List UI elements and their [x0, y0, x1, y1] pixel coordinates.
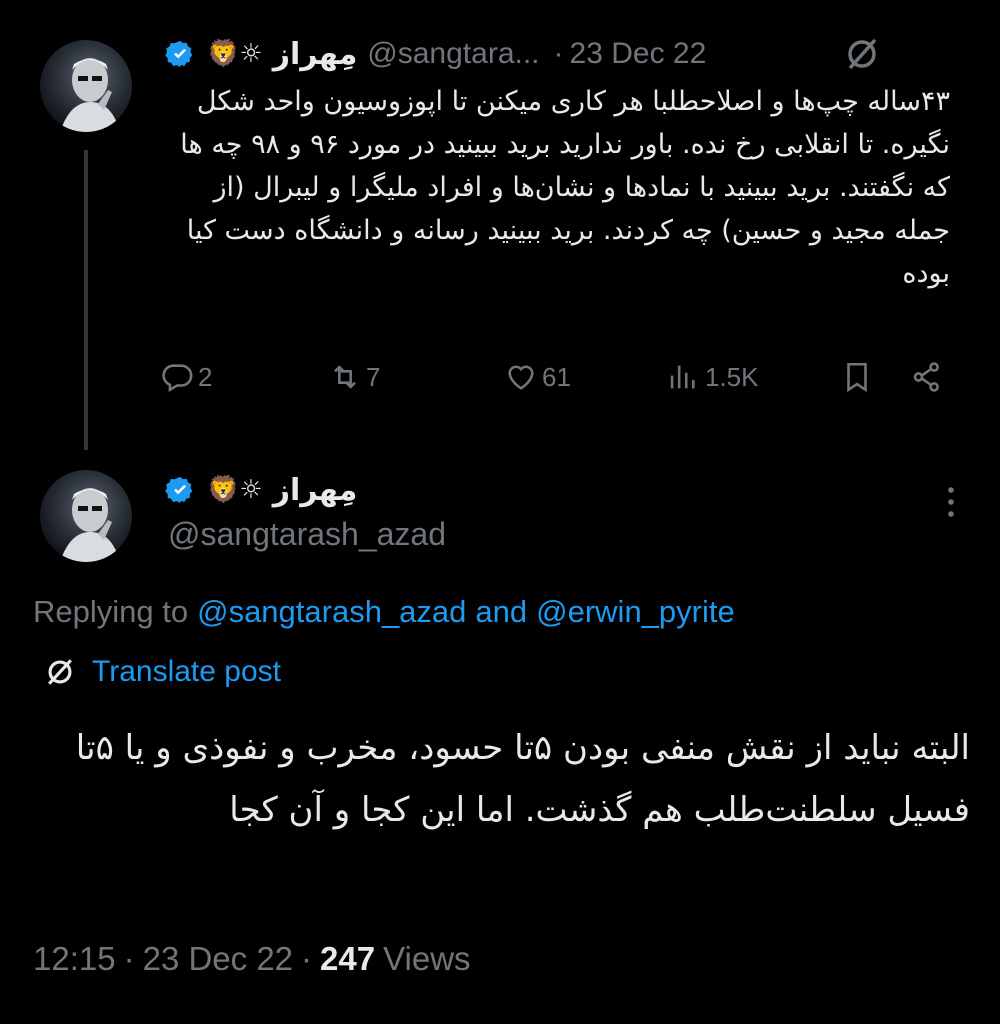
- share-button[interactable]: [910, 360, 944, 394]
- name-emoji-badges: 🦁☼: [207, 475, 263, 505]
- bookmark-icon: [847, 362, 867, 393]
- views-button[interactable]: 1.5K: [665, 360, 759, 394]
- heart-icon: [508, 365, 534, 390]
- reply-button[interactable]: 2: [160, 360, 212, 394]
- mention-link[interactable]: @erwin_pyrite: [536, 594, 735, 630]
- timestamp[interactable]: 23 Dec 22: [570, 37, 707, 71]
- translate-post-label: Translate post: [92, 655, 281, 688]
- translate-post-button[interactable]: Translate post: [42, 654, 281, 690]
- repost-count: 7: [366, 361, 381, 392]
- handle[interactable]: @sangtara...: [367, 37, 539, 71]
- replying-and[interactable]: and: [475, 594, 527, 630]
- separator-dot: ·: [301, 940, 313, 977]
- like-count: 61: [542, 361, 571, 392]
- bookmark-button[interactable]: [840, 360, 874, 394]
- share-icon: [913, 362, 939, 392]
- like-button[interactable]: 61: [504, 360, 571, 394]
- grok-icon[interactable]: [842, 34, 882, 74]
- reply-icon: [162, 364, 193, 393]
- post-date[interactable]: 23 Dec 22: [143, 940, 293, 978]
- repost-icon: [334, 365, 356, 389]
- separator-dot: ·: [553, 37, 564, 70]
- replying-to-line: Replying to @sangtarash_azad and @erwin_…: [33, 594, 735, 630]
- tweet2-body-text: البته نباید از نقش منفی بودن ۵تا حسود، م…: [75, 728, 970, 830]
- views-label[interactable]: Views: [383, 940, 470, 978]
- handle[interactable]: @sangtarash_azad: [168, 516, 446, 553]
- translate-icon: [42, 654, 78, 690]
- replying-to-prefix: Replying to: [33, 594, 189, 629]
- view-count: 1.5K: [705, 361, 759, 392]
- more-options-icon[interactable]: [936, 482, 966, 522]
- tweet1-action-bar: 2 7 61 1.5K: [160, 360, 960, 408]
- tweet2-meta-line: 12:15 · 23 Dec 22 · 247 Views: [33, 940, 471, 978]
- views-count[interactable]: 247: [320, 940, 375, 978]
- verified-badge-icon: [165, 39, 195, 69]
- separator-dot: ·: [123, 940, 135, 977]
- name-emoji-badges: 🦁☼: [207, 39, 263, 69]
- mention-link[interactable]: @sangtarash_azad: [197, 594, 466, 630]
- avatar[interactable]: [40, 470, 132, 562]
- avatar[interactable]: [40, 40, 132, 132]
- tweet1-header: 🦁☼ مِهراز @sangtara... · 23 Dec 22: [165, 32, 706, 76]
- verified-badge-icon: [165, 475, 195, 505]
- bar-chart-icon: [670, 365, 695, 389]
- tweet2-header: 🦁☼ مِهراز: [165, 468, 357, 512]
- display-name[interactable]: مِهراز: [273, 473, 358, 508]
- display-name[interactable]: مِهراز: [273, 37, 358, 72]
- reply-count: 2: [198, 361, 213, 392]
- tweet1-body-text: ۴۳ساله چپ‌ها و اصلاحطلبا هر کاری میکنن ت…: [180, 86, 950, 289]
- post-time[interactable]: 12:15: [33, 940, 116, 978]
- thread-connector-line: [84, 150, 88, 450]
- repost-button[interactable]: 7: [328, 360, 380, 394]
